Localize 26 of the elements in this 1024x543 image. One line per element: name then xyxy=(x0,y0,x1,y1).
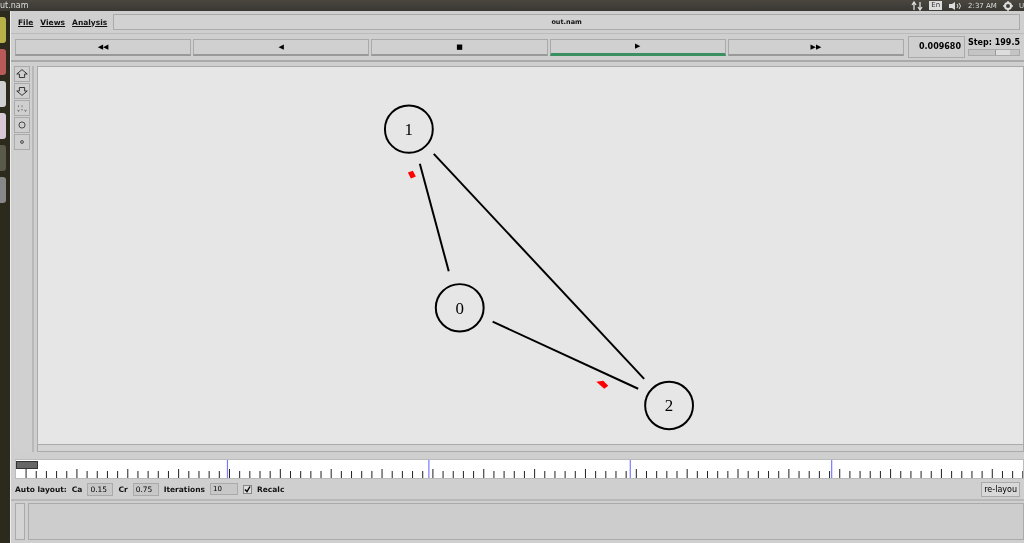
step-label: Step: 199.5 xyxy=(968,38,1022,47)
network-node[interactable]: 2 xyxy=(644,380,694,431)
packet xyxy=(407,170,416,179)
slider-thumb[interactable] xyxy=(995,50,1011,55)
vertical-scrollbar[interactable] xyxy=(15,503,25,540)
launcher-icon[interactable] xyxy=(0,49,6,75)
timeline[interactable] xyxy=(15,459,1024,479)
launcher-icon[interactable] xyxy=(0,113,6,139)
time-display: 0.009680 xyxy=(908,36,965,58)
network-arrows-icon[interactable] xyxy=(911,0,924,11)
recalc-checkbox[interactable] xyxy=(243,484,252,494)
step-slider[interactable] xyxy=(968,49,1020,56)
speaker-icon[interactable] xyxy=(948,0,963,11)
gear-icon[interactable] xyxy=(1002,0,1013,11)
launcher-icon[interactable] xyxy=(0,17,6,43)
launcher-icon[interactable] xyxy=(0,81,6,107)
zoom-out-icon[interactable] xyxy=(14,83,30,99)
network-node[interactable]: 0 xyxy=(434,283,485,333)
re-layout-button[interactable]: re-layou xyxy=(981,481,1020,497)
launcher-icon[interactable] xyxy=(0,177,6,203)
timeline-thumb[interactable] xyxy=(16,461,38,469)
network-node[interactable]: 1 xyxy=(383,104,434,154)
window-title: ut.nam xyxy=(0,1,29,10)
packet xyxy=(596,380,609,389)
zoom-in-icon[interactable] xyxy=(14,66,30,82)
launcher-icon[interactable] xyxy=(0,145,6,171)
